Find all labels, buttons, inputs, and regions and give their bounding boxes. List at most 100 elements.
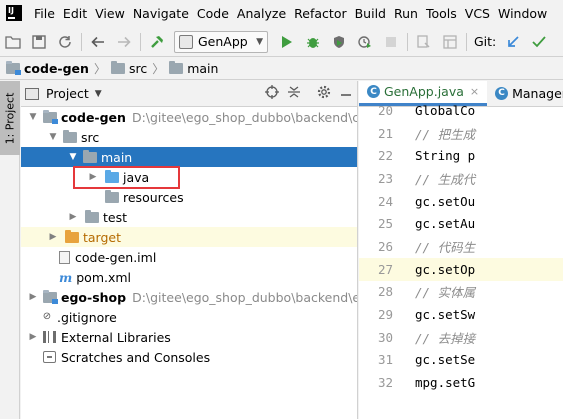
line-number: 23 xyxy=(377,170,393,186)
menu-file[interactable]: File xyxy=(30,6,59,21)
back-arrow-icon[interactable] xyxy=(90,34,106,50)
coverage-icon[interactable] xyxy=(331,34,347,50)
menu-navigate[interactable]: Navigate xyxy=(129,6,193,21)
menu-vcs[interactable]: VCS xyxy=(461,6,494,21)
code-line[interactable]: 31 gc.setSe xyxy=(359,349,563,372)
menu-view[interactable]: View xyxy=(91,6,129,21)
tree-item-test[interactable]: ▶ test xyxy=(21,207,357,227)
gitignore-file-icon: ⊘ xyxy=(42,310,52,322)
code-text: // 生成代 xyxy=(415,171,476,187)
chevron-right-icon[interactable]: ▶ xyxy=(67,212,79,222)
module-folder-icon xyxy=(43,109,58,124)
breadcrumb-src[interactable]: src xyxy=(110,61,147,76)
sync-icon[interactable] xyxy=(57,34,73,50)
code-line[interactable]: 21 // 把生成 xyxy=(359,122,563,145)
project-panel: Project ▼ ▼ code-gen D:\gitee\ego_shop_d… xyxy=(21,81,358,419)
folder-icon xyxy=(85,209,99,223)
menu-refactor[interactable]: Refactor xyxy=(290,6,350,21)
debug-icon[interactable] xyxy=(305,34,321,50)
chevron-right-icon[interactable]: ▶ xyxy=(47,232,59,242)
code-text: // 代码生 xyxy=(415,239,476,255)
menu-tools[interactable]: Tools xyxy=(422,6,461,21)
run-config-selector[interactable]: GenApp ▼ xyxy=(174,30,268,53)
open-folder-icon[interactable] xyxy=(5,34,21,50)
code-line[interactable]: 25 gc.setAu xyxy=(359,212,563,235)
line-number: 27 xyxy=(377,261,393,277)
attach-debugger-icon[interactable] xyxy=(416,34,432,50)
java-class-icon: C xyxy=(495,86,509,100)
tree-item-code-gen[interactable]: ▼ code-gen D:\gitee\ego_shop_dubbo\backe… xyxy=(21,107,357,127)
forward-arrow-icon[interactable] xyxy=(116,34,132,50)
git-update-icon[interactable] xyxy=(505,34,521,50)
code-line[interactable]: 30 // 去掉接 xyxy=(359,326,563,349)
tree-item-target[interactable]: ▶ target xyxy=(21,227,357,247)
tree-item-iml[interactable]: code-gen.iml xyxy=(21,247,357,267)
breadcrumb-main[interactable]: main xyxy=(169,61,218,76)
tree-item-pom[interactable]: m pom.xml xyxy=(21,267,357,287)
folder-icon xyxy=(63,129,77,143)
tree-item-ego-shop[interactable]: ▶ ego-shop D:\gitee\ego_shop_dubbo\backe… xyxy=(21,287,357,307)
tree-item-gitignore[interactable]: ⊘ .gitignore xyxy=(21,307,357,327)
folder-icon xyxy=(110,61,125,74)
menu-window[interactable]: Window xyxy=(494,6,551,21)
chevron-down-icon[interactable]: ▼ xyxy=(67,152,79,162)
menu-analyze[interactable]: Analyze xyxy=(233,6,290,21)
scratches-icon xyxy=(43,351,56,363)
tree-item-java[interactable]: ▶ java xyxy=(21,167,357,187)
code-line[interactable]: 24 gc.setOu xyxy=(359,190,563,213)
module-folder-icon xyxy=(6,61,21,75)
tree-item-scratches[interactable]: Scratches and Consoles xyxy=(21,347,357,367)
project-panel-title[interactable]: Project xyxy=(46,86,89,101)
maven-icon: m xyxy=(59,269,73,285)
gear-icon[interactable] xyxy=(313,85,335,103)
code-line[interactable]: 27 gc.setOp xyxy=(359,257,563,281)
chevron-down-icon[interactable]: ▼ xyxy=(95,89,102,99)
code-line[interactable]: 29 gc.setSw xyxy=(359,303,563,326)
code-editor[interactable]: 20 GlobalCo 21 // 把生成 22 String p 23 // 生成代 24 gc… xyxy=(359,99,563,394)
chevron-right-icon[interactable]: ▶ xyxy=(27,292,39,302)
chevron-right-icon[interactable]: ▶ xyxy=(87,172,99,182)
hide-panel-icon[interactable] xyxy=(335,86,357,101)
build-hammer-icon[interactable] xyxy=(149,34,165,50)
project-structure-icon[interactable] xyxy=(442,34,458,50)
code-line[interactable]: 32 mpg.setG xyxy=(359,371,563,394)
code-text: String p xyxy=(415,148,476,164)
stop-icon[interactable] xyxy=(383,34,399,50)
code-line[interactable]: 28 // 实体属 xyxy=(359,281,563,304)
project-tool-window-tab[interactable]: 1: Project xyxy=(0,81,20,155)
folder-icon xyxy=(83,149,97,163)
tree-item-src[interactable]: ▼ src xyxy=(21,127,357,147)
code-line[interactable]: 20 GlobalCo xyxy=(359,99,563,122)
code-line[interactable]: 23 // 生成代 xyxy=(359,167,563,190)
profile-icon[interactable] xyxy=(357,34,373,50)
tree-item-resources[interactable]: resources xyxy=(21,187,357,207)
chevron-right-icon: 〉 xyxy=(93,62,106,76)
menu-build[interactable]: Build xyxy=(351,6,390,21)
code-line[interactable]: 26 // 代码生 xyxy=(359,235,563,258)
code-text: gc.setOu xyxy=(415,193,476,209)
close-icon[interactable]: × xyxy=(470,85,479,98)
menu-code[interactable]: Code xyxy=(193,6,233,21)
breadcrumb-project[interactable]: code-gen xyxy=(6,61,89,76)
code-text: GlobalCo xyxy=(415,102,476,118)
run-config-icon xyxy=(179,34,193,49)
menu-run[interactable]: Run xyxy=(390,6,422,21)
chevron-down-icon[interactable]: ▼ xyxy=(47,132,59,142)
locate-file-icon[interactable] xyxy=(261,84,283,103)
line-number: 30 xyxy=(377,329,393,345)
tree-item-main[interactable]: ▼ main xyxy=(21,147,357,167)
chevron-down-icon[interactable]: ▼ xyxy=(27,112,39,122)
libraries-icon xyxy=(43,331,56,343)
line-number: 28 xyxy=(377,284,393,300)
chevron-right-icon[interactable]: ▶ xyxy=(27,332,39,342)
menu-edit[interactable]: Edit xyxy=(59,6,91,21)
save-icon[interactable] xyxy=(31,34,47,50)
iml-file-icon xyxy=(59,250,70,264)
tree-item-external-libraries[interactable]: ▶ External Libraries xyxy=(21,327,357,347)
project-panel-header: Project ▼ xyxy=(21,81,357,107)
run-icon[interactable] xyxy=(279,34,295,50)
git-commit-icon[interactable] xyxy=(531,34,547,50)
collapse-all-icon[interactable] xyxy=(283,85,305,103)
line-number: 22 xyxy=(377,148,393,164)
code-line[interactable]: 22 String p xyxy=(359,144,563,167)
